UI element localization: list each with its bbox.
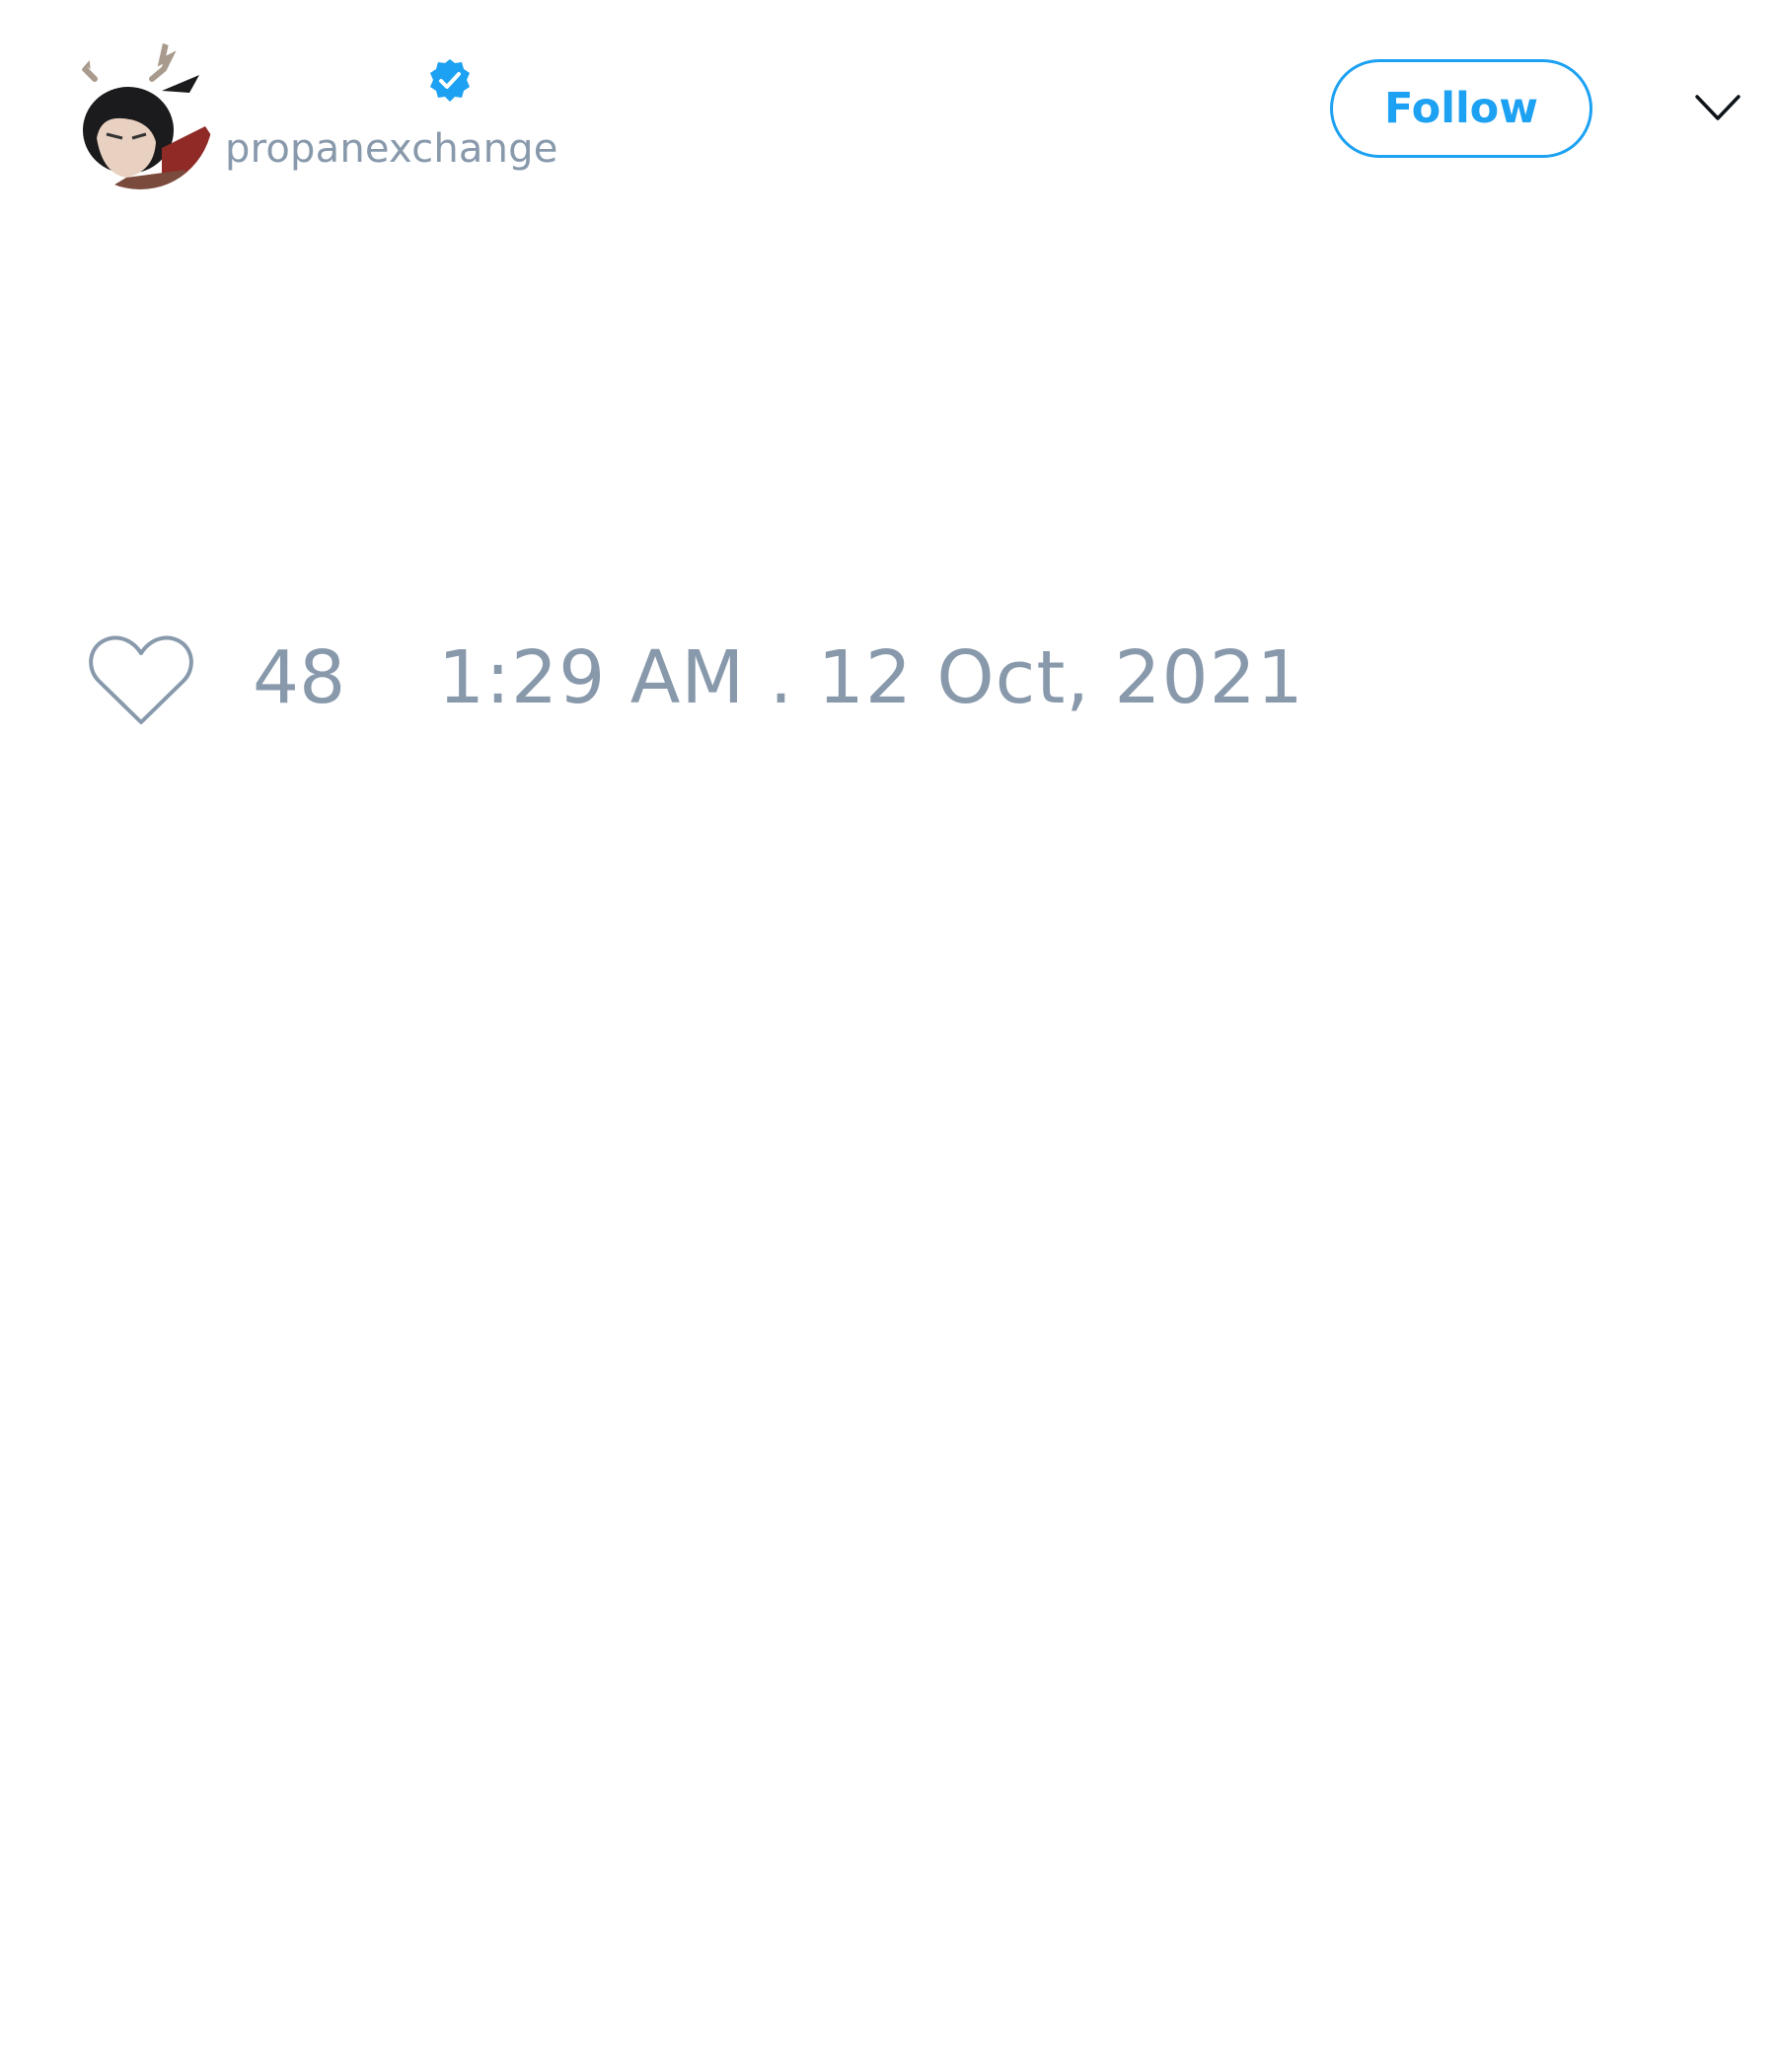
- heart-outline-icon[interactable]: [87, 631, 195, 730]
- username[interactable]: propanexchange: [225, 126, 558, 172]
- follow-button[interactable]: Follow: [1330, 59, 1592, 158]
- verified-badge-icon: [426, 57, 474, 105]
- like-count: 48: [253, 635, 346, 720]
- avatar[interactable]: [67, 39, 213, 189]
- avatar-image: [74, 40, 213, 189]
- tweet-header: propanexchange Follow: [0, 0, 1776, 217]
- tweet-stats-row: 48 1:29 AM . 12 Oct, 2021: [0, 622, 1776, 750]
- tweet-timestamp[interactable]: 1:29 AM . 12 Oct, 2021: [438, 641, 1304, 714]
- chevron-down-icon[interactable]: [1693, 91, 1742, 124]
